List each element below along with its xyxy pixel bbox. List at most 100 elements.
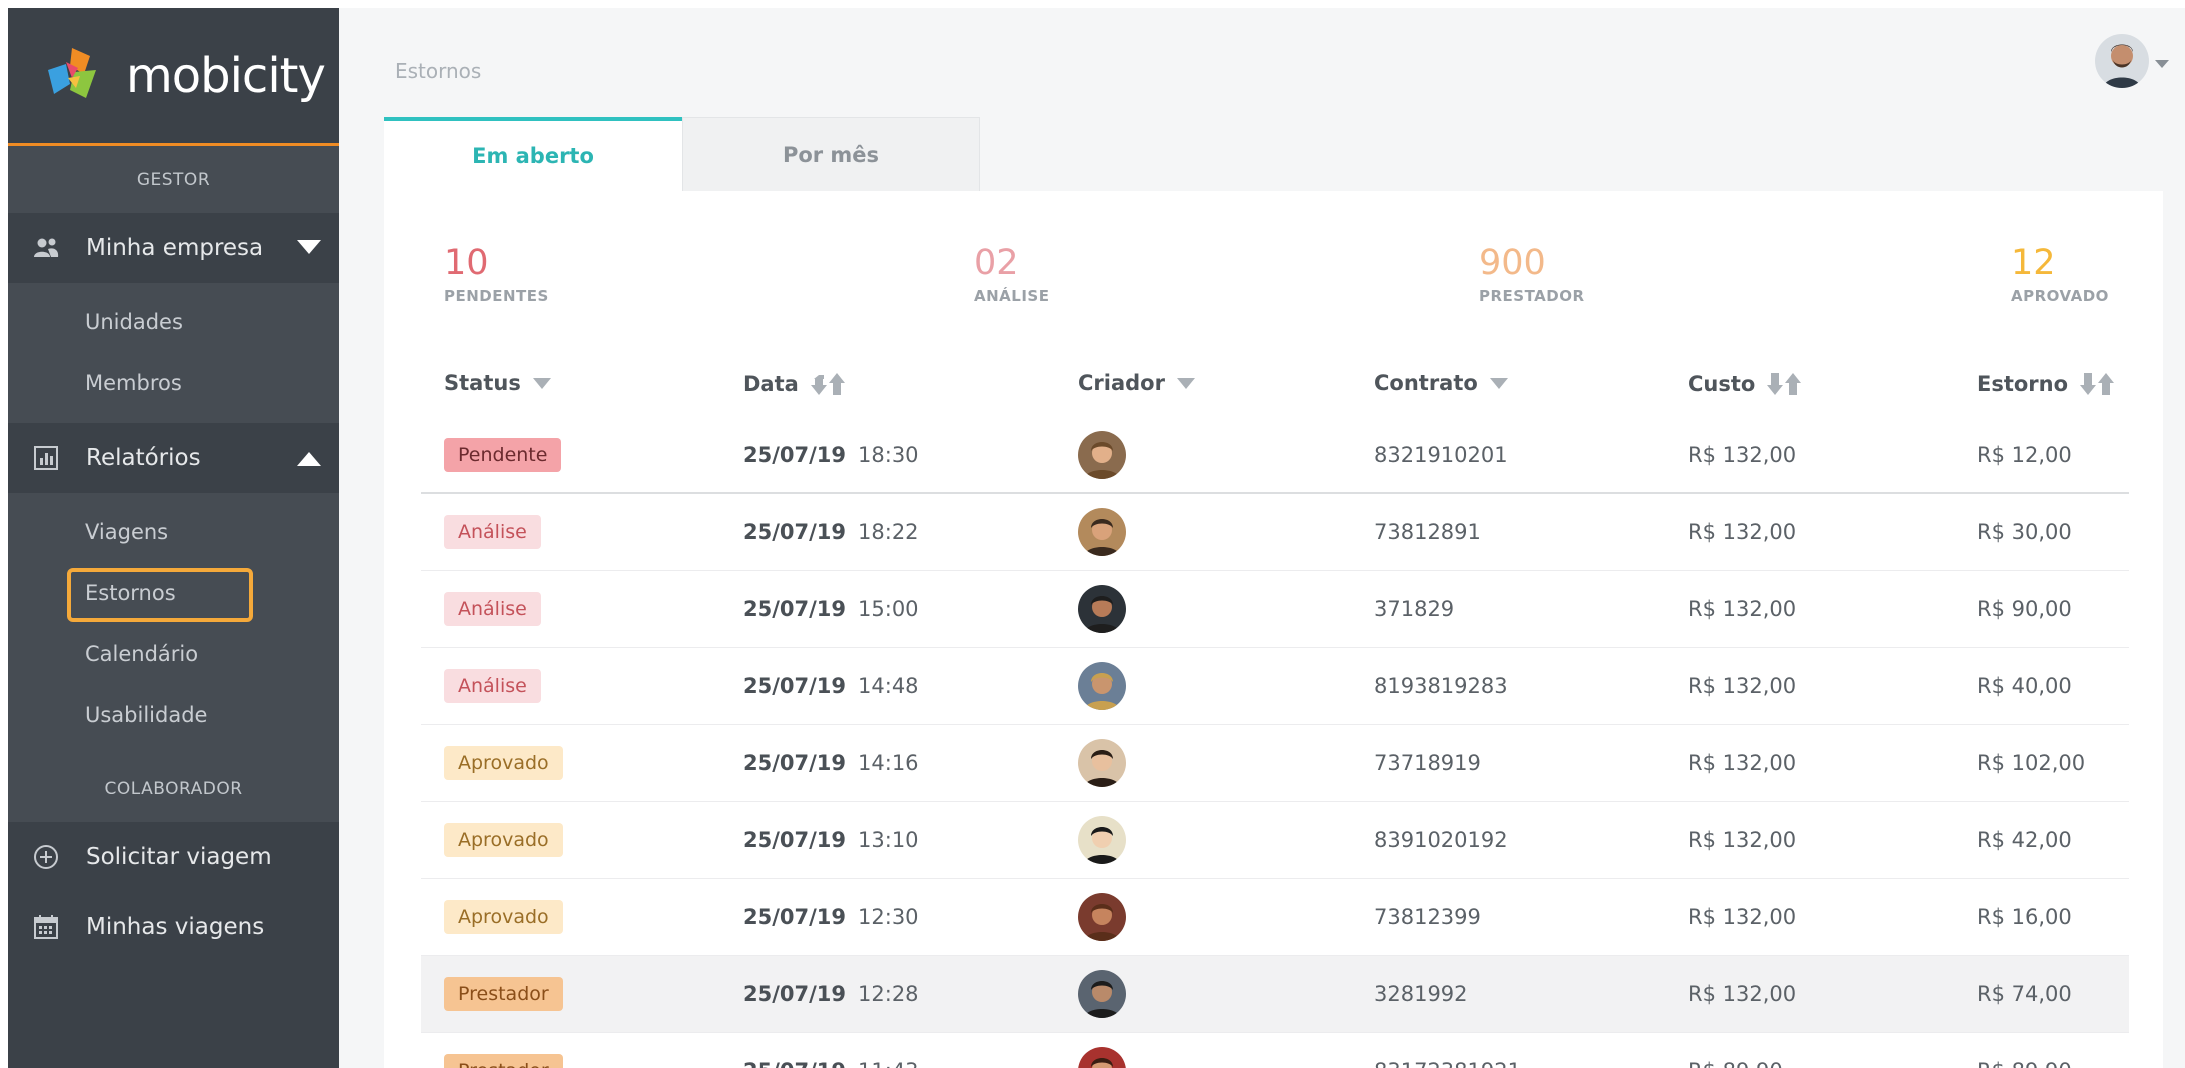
estornos-card: 10 PENDENTES 02 ANÁLISE 900 PRESTADOR 12… bbox=[384, 191, 2163, 1068]
contract-cell: 8391020192 bbox=[1374, 828, 1508, 852]
brand-header: mobicity bbox=[8, 8, 339, 146]
time-text: 14:16 bbox=[858, 751, 919, 775]
sort-down-icon[interactable] bbox=[532, 377, 551, 389]
time-text: 13:10 bbox=[858, 828, 919, 852]
date-cell: 25/07/19 18:30 bbox=[743, 443, 919, 467]
breadcrumb: Estornos bbox=[395, 59, 482, 83]
status-badge: Prestador bbox=[444, 977, 563, 1011]
status-cell: Análise bbox=[444, 515, 541, 549]
date-cell: 25/07/19 13:10 bbox=[743, 828, 919, 852]
tab-por-mes[interactable]: Por mês bbox=[682, 117, 980, 191]
bar-chart-icon bbox=[32, 444, 60, 472]
refund-cell: R$ 89,90 bbox=[1977, 1059, 2072, 1068]
column-header-criador[interactable]: Criador bbox=[1078, 371, 1195, 395]
tab-em-aberto[interactable]: Em aberto bbox=[384, 117, 682, 191]
sidebar-item-estornos[interactable]: Estornos bbox=[8, 562, 339, 623]
table-row[interactable]: Prestador 25/07/19 12:28 3281992 R$ 132,00 R$… bbox=[421, 956, 2129, 1033]
sort-both-icon[interactable] bbox=[810, 371, 845, 397]
contract-cell: 371829 bbox=[1374, 597, 1455, 621]
avatar[interactable] bbox=[1078, 1047, 1126, 1068]
status-badge: Análise bbox=[444, 515, 541, 549]
user-avatar[interactable] bbox=[2095, 34, 2149, 88]
stat-value: 02 bbox=[974, 243, 1019, 283]
date-cell: 25/07/19 12:30 bbox=[743, 905, 919, 929]
menu-minha-empresa[interactable]: Minha empresa bbox=[8, 213, 339, 283]
chevron-up-icon[interactable] bbox=[297, 450, 321, 466]
sidebar-item-usabilidade[interactable]: Usabilidade bbox=[8, 684, 339, 745]
column-header-contrato[interactable]: Contrato bbox=[1374, 371, 1508, 395]
status-cell: Aprovado bbox=[444, 746, 563, 780]
users-icon bbox=[32, 234, 60, 262]
sort-down-icon[interactable] bbox=[1489, 377, 1508, 389]
refund-cell: R$ 102,00 bbox=[1977, 751, 2086, 775]
sidebar-item-unidades[interactable]: Unidades bbox=[8, 291, 339, 352]
date-text: 25/07/19 bbox=[743, 1059, 846, 1068]
status-badge: Prestador bbox=[444, 1054, 563, 1068]
avatar[interactable] bbox=[1078, 970, 1126, 1018]
sidebar-item-calendario[interactable]: Calendário bbox=[8, 623, 339, 684]
table-row[interactable]: Prestador 25/07/19 11:43 83172381921 R$ 89,9… bbox=[421, 1033, 2129, 1068]
sort-down-icon[interactable] bbox=[1176, 377, 1195, 389]
cost-cell: R$ 89,90 bbox=[1688, 1059, 1783, 1068]
table-row[interactable]: Aprovado 25/07/19 13:10 8391020192 R$ 132,00… bbox=[421, 802, 2129, 879]
menu-minhas-viagens[interactable]: Minhas viagens bbox=[8, 892, 339, 962]
column-header-estorno[interactable]: Estorno bbox=[1977, 371, 2115, 397]
date-text: 25/07/19 bbox=[743, 828, 847, 852]
mobicity-logo-icon bbox=[48, 47, 96, 98]
status-cell: Análise bbox=[444, 669, 541, 703]
avatar[interactable] bbox=[1078, 662, 1126, 710]
date-cell: 25/07/19 14:16 bbox=[743, 751, 919, 775]
creator-cell bbox=[1078, 430, 1126, 479]
table-row[interactable]: Análise 25/07/19 18:22 73812891 R$ 132,00 R$ … bbox=[421, 494, 2129, 571]
date-cell: 25/07/19 11:43 bbox=[743, 1059, 919, 1068]
tab-bar: Em aberto Por mês bbox=[384, 117, 980, 191]
date-text: 25/07/19 bbox=[743, 674, 847, 698]
table-row[interactable]: Análise 25/07/19 14:48 8193819283 R$ 132,00 R… bbox=[421, 648, 2129, 725]
avatar[interactable] bbox=[1078, 430, 1126, 479]
contract-cell: 73812399 bbox=[1374, 905, 1481, 929]
avatar[interactable] bbox=[1078, 816, 1126, 864]
stat-value: 900 bbox=[1479, 243, 1546, 283]
chevron-down-icon[interactable] bbox=[2155, 60, 2169, 68]
status-cell: Pendente bbox=[444, 437, 562, 472]
calendar-icon bbox=[32, 913, 60, 941]
sort-both-icon[interactable] bbox=[2080, 371, 2115, 397]
column-header-status[interactable]: Status bbox=[444, 371, 551, 395]
creator-cell bbox=[1078, 585, 1126, 633]
table-row[interactable]: Aprovado 25/07/19 12:30 73812399 R$ 132,00 R$… bbox=[421, 879, 2129, 956]
table-row[interactable]: Análise 25/07/19 15:00 371829 R$ 132,00 R$ 90… bbox=[421, 571, 2129, 648]
avatar[interactable] bbox=[1078, 585, 1126, 633]
contract-cell: 3281992 bbox=[1374, 982, 1468, 1006]
menu-solicitar-viagem[interactable]: Solicitar viagem bbox=[8, 822, 339, 892]
column-header-custo[interactable]: Custo bbox=[1688, 371, 1802, 397]
creator-cell bbox=[1078, 970, 1126, 1018]
avatar[interactable] bbox=[1078, 893, 1126, 941]
date-cell: 25/07/19 15:00 bbox=[743, 597, 919, 621]
status-cell: Prestador bbox=[444, 977, 563, 1011]
column-header-label: Status bbox=[444, 371, 521, 395]
sidebar-item-membros[interactable]: Membros bbox=[8, 352, 339, 413]
column-header-data[interactable]: Data bbox=[743, 371, 845, 397]
sort-both-icon[interactable] bbox=[1767, 371, 1802, 397]
table-body: Pendente 25/07/19 18:30 8321910201 R$ 132,00… bbox=[421, 417, 2129, 1068]
stat-analise: 02 ANÁLISE bbox=[974, 243, 1049, 305]
menu-relatorios[interactable]: Relatórios bbox=[8, 423, 339, 493]
avatar[interactable] bbox=[1078, 508, 1126, 556]
contract-cell: 73812891 bbox=[1374, 520, 1481, 544]
stat-label: ANÁLISE bbox=[974, 287, 1050, 305]
table-row[interactable]: Aprovado 25/07/19 14:16 73718919 R$ 132,00 R$… bbox=[421, 725, 2129, 802]
status-badge: Aprovado bbox=[444, 746, 563, 780]
sidebar-item-viagens[interactable]: Viagens bbox=[8, 501, 339, 562]
date-text: 25/07/19 bbox=[743, 520, 847, 544]
status-cell: Análise bbox=[444, 592, 541, 626]
chevron-down-icon[interactable] bbox=[297, 240, 321, 256]
table-row[interactable]: Pendente 25/07/19 18:30 8321910201 R$ 132,00… bbox=[421, 417, 2129, 494]
refund-cell: R$ 40,00 bbox=[1977, 674, 2072, 698]
cost-cell: R$ 132,00 bbox=[1688, 751, 1797, 775]
cost-cell: R$ 132,00 bbox=[1688, 828, 1797, 852]
avatar[interactable] bbox=[1078, 739, 1126, 787]
cost-cell: R$ 132,00 bbox=[1688, 905, 1797, 929]
creator-cell bbox=[1078, 893, 1126, 941]
time-text: 12:28 bbox=[858, 982, 919, 1006]
stat-label: PRESTADOR bbox=[1479, 287, 1585, 305]
